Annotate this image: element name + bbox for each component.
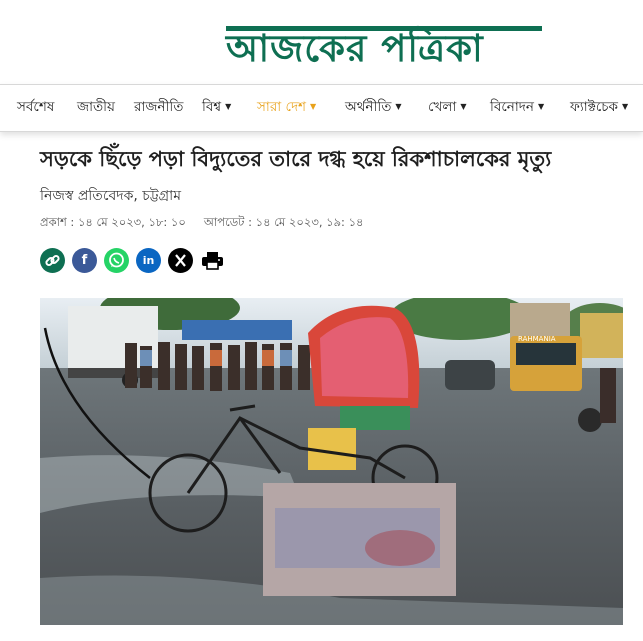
site-logo[interactable]: আজকের পত্রিকা [226, 14, 542, 70]
x-icon[interactable] [168, 248, 193, 273]
linkedin-icon[interactable]: in [136, 248, 161, 273]
nav-item-factcheck[interactable]: ফ্যাক্টচেক ▼ [570, 85, 628, 131]
nav-item-entertainment[interactable]: বিনোদন ▼ [490, 85, 544, 131]
nav-item-world[interactable]: বিশ্ব ▼ [202, 85, 231, 131]
link-icon[interactable] [40, 248, 65, 273]
nav-item-economy[interactable]: অর্থনীতি ▼ [345, 85, 402, 131]
nav-item-sports[interactable]: খেলা ▼ [428, 85, 466, 131]
chevron-down-icon: ▼ [537, 102, 545, 111]
chevron-down-icon: ▼ [622, 102, 629, 111]
chevron-down-icon: ▼ [310, 102, 317, 111]
article-headline: সড়কে ছিঁড়ে পড়া বিদ্যুতের তারে দগ্ধ হয… [40, 147, 552, 171]
article-dates: প্রকাশ : ১৪ মে ২০২৩, ১৮: ১০ আপডেট : ১৪ মে… [40, 214, 364, 233]
updated-time: আপডেট : ১৪ মে ২০২৩, ১৯: ১৪ [203, 215, 364, 229]
nav-item-national[interactable]: জাতীয় [77, 85, 115, 131]
article-byline: নিজস্ব প্রতিবেদক, চট্টগ্রাম [40, 188, 181, 204]
chevron-down-icon: ▼ [395, 102, 402, 111]
article-photo: RAHMANIA [40, 298, 623, 625]
bus-sign: RAHMANIA [518, 335, 556, 343]
facebook-icon[interactable]: f [72, 248, 97, 273]
chevron-down-icon: ▼ [225, 102, 232, 111]
chevron-down-icon: ▼ [460, 102, 467, 111]
whatsapp-icon[interactable] [104, 248, 129, 273]
masthead: আজকের পত্রিকা [0, 0, 643, 84]
main-nav: সর্বশেষ জাতীয় রাজনীতি বিশ্ব ▼ সারা দেশ ▼ … [0, 84, 643, 132]
published-time: প্রকাশ : ১৪ মে ২০২৩, ১৮: ১০ [40, 215, 186, 229]
nav-item-latest[interactable]: সর্বশেষ [17, 85, 54, 131]
nav-item-country[interactable]: সারা দেশ ▼ [257, 85, 316, 131]
print-icon[interactable] [200, 248, 225, 273]
nav-item-politics[interactable]: রাজনীতি [134, 85, 183, 131]
